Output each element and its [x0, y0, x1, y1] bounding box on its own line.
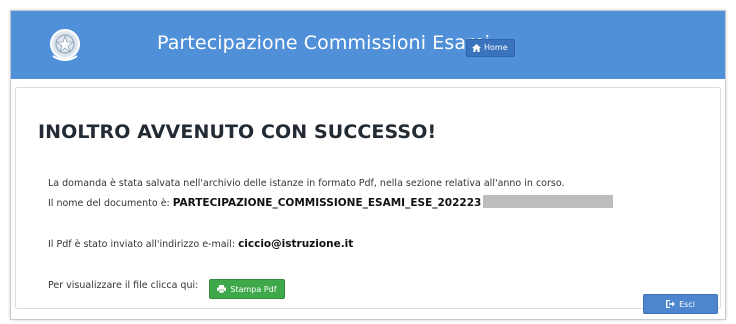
- exit-button[interactable]: Esci: [643, 294, 718, 314]
- document-name-row: Il nome del documento è: PARTECIPAZIONE_…: [48, 195, 614, 209]
- view-file-text: Per visualizzare il file clicca qui:: [48, 280, 199, 291]
- email-value: ciccio@istruzione.it: [238, 238, 354, 250]
- document-name-label: Il nome del documento è:: [48, 198, 170, 209]
- home-button[interactable]: Home: [466, 39, 515, 57]
- print-pdf-label: Stampa Pdf: [230, 284, 277, 294]
- success-panel: INOLTRO AVVENUTO CON SUCCESSO! La domand…: [15, 87, 721, 314]
- archive-message: La domanda è stata salvata nell'archivio…: [48, 178, 565, 189]
- print-icon: [217, 285, 227, 293]
- header-bar: Partecipazione Commissioni Esami Home: [11, 11, 725, 79]
- email-text: Il Pdf è stato inviato all'indirizzo e-m…: [48, 239, 236, 250]
- email-row: Il Pdf è stato inviato all'indirizzo e-m…: [48, 238, 353, 250]
- app-window: Partecipazione Commissioni Esami Home IN…: [10, 10, 726, 320]
- sign-out-icon: [666, 300, 676, 308]
- app-title: Partecipazione Commissioni Esami: [157, 32, 491, 54]
- italian-republic-emblem-icon: [50, 29, 80, 61]
- home-button-label: Home: [484, 43, 508, 52]
- view-file-row: Per visualizzare il file clicca qui: Sta…: [48, 279, 285, 299]
- document-name-value: PARTECIPAZIONE_COMMISSIONE_ESAMI_ESE_202…: [172, 197, 482, 209]
- exit-button-label: Esci: [679, 299, 695, 309]
- print-pdf-button[interactable]: Stampa Pdf: [209, 279, 285, 299]
- success-title: INOLTRO AVVENUTO CON SUCCESSO!: [38, 121, 437, 143]
- redacted-area: [483, 195, 614, 208]
- home-icon: [472, 44, 481, 52]
- archive-message-text: La domanda è stata salvata nell'archivio…: [48, 178, 565, 189]
